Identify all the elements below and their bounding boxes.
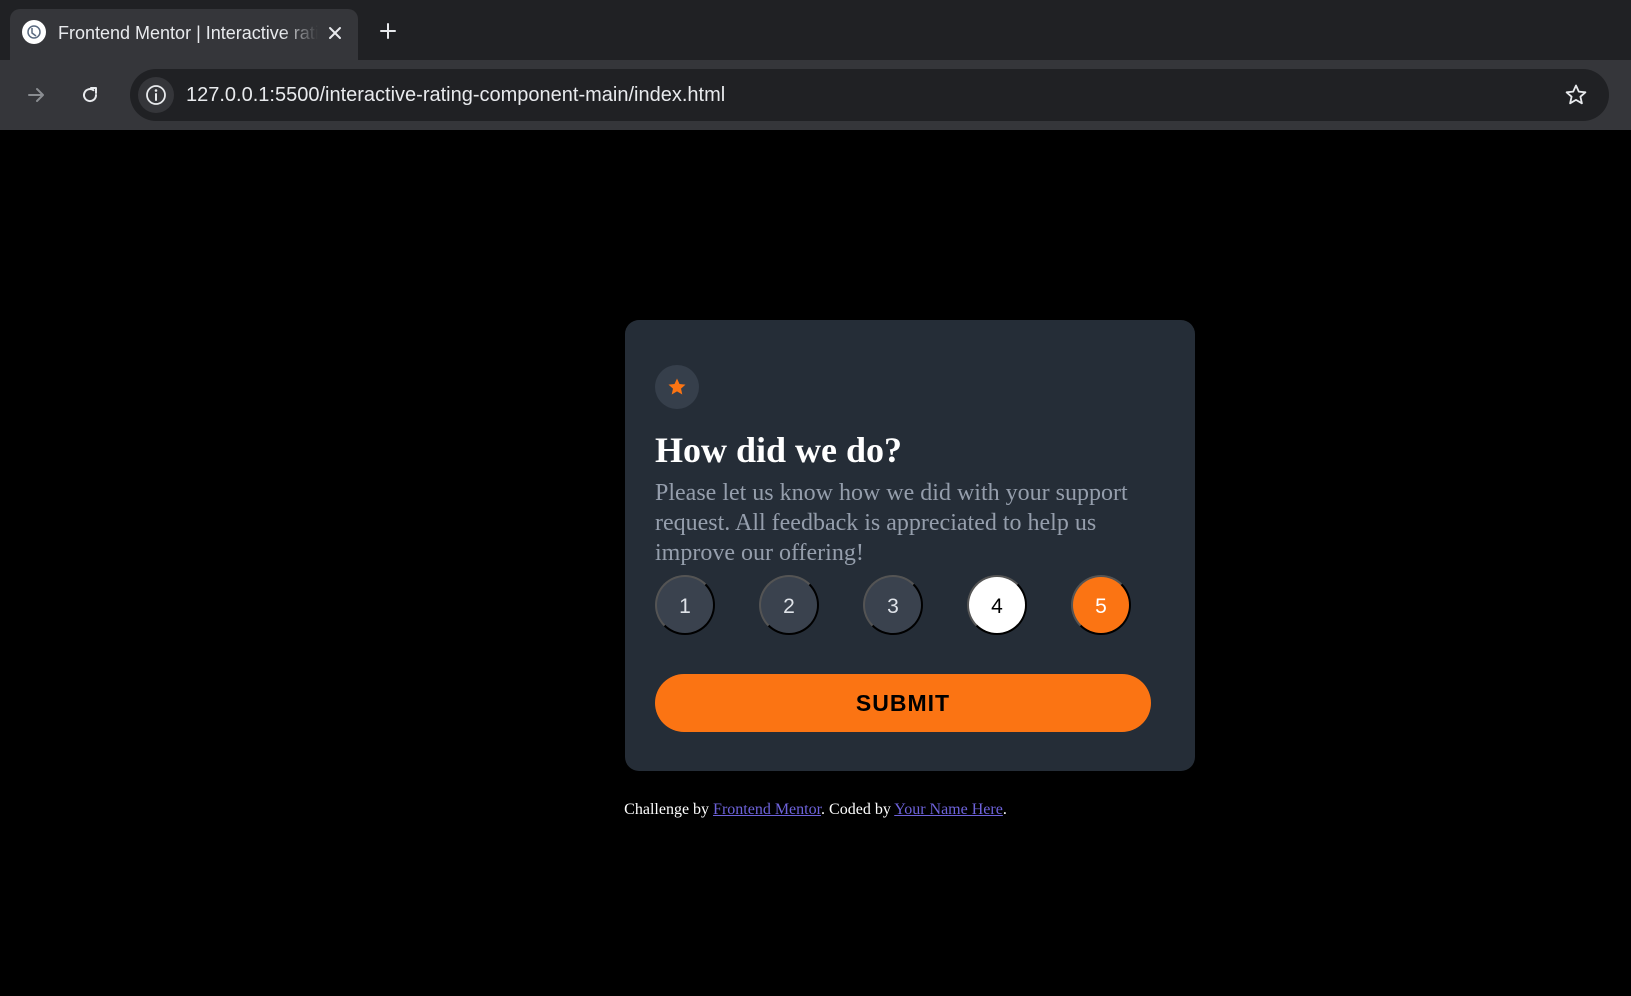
close-tab-icon[interactable] [322, 20, 348, 46]
card-title: How did we do? [655, 430, 903, 470]
forward-arrow-icon[interactable] [18, 77, 54, 113]
submit-button[interactable]: SUBMIT [655, 674, 1151, 732]
rating-button-4[interactable]: 4 [967, 575, 1027, 635]
star-icon [655, 365, 699, 409]
rating-card: How did we do? Please let us know how we… [625, 320, 1195, 771]
url-text: 127.0.0.1:5500/interactive-rating-compon… [186, 84, 726, 106]
attribution: Challenge by Frontend Mentor. Coded by Y… [0, 800, 1631, 820]
rating-button-1[interactable]: 1 [655, 575, 715, 635]
browser-tab[interactable]: Frontend Mentor | Interactive rating com… [10, 9, 358, 60]
new-tab-icon[interactable] [374, 17, 402, 45]
address-bar[interactable]: 127.0.0.1:5500/interactive-rating-compon… [130, 69, 1609, 121]
favicon-icon [22, 20, 46, 44]
frontend-mentor-link[interactable]: Frontend Mentor [713, 801, 821, 818]
rating-button-3[interactable]: 3 [863, 575, 923, 635]
rating-button-2[interactable]: 2 [759, 575, 819, 635]
reload-icon[interactable] [72, 77, 108, 113]
site-info-icon[interactable] [138, 77, 174, 113]
browser-toolbar: 127.0.0.1:5500/interactive-rating-compon… [0, 60, 1631, 130]
tab-title: Frontend Mentor | Interactive rating com… [58, 23, 318, 43]
card-description: Please let us know how we did with your … [655, 480, 1128, 566]
rating-button-5[interactable]: 5 [1071, 575, 1131, 635]
author-link[interactable]: Your Name Here [894, 801, 1003, 818]
attribution-middle: . Coded by [821, 801, 891, 818]
bookmark-star-icon[interactable] [1562, 81, 1590, 109]
page-viewport: How did we do? Please let us know how we… [0, 130, 1631, 996]
attribution-prefix: Challenge by [624, 801, 710, 818]
rating-options: 1 2 3 4 5 [655, 575, 1135, 635]
browser-tabstrip: Frontend Mentor | Interactive rating com… [0, 0, 1631, 60]
attribution-suffix: . [1002, 801, 1007, 818]
